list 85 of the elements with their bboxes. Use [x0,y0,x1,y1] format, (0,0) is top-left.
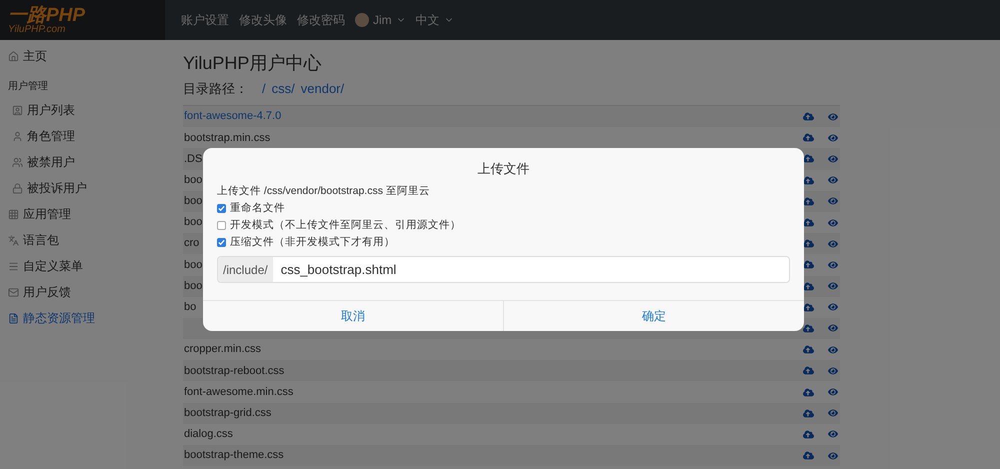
page-title: YiluPHP用户中心 [183,52,322,75]
file-name: boo [183,215,202,230]
view-icon[interactable] [828,281,838,292]
sidebar-item[interactable]: 应用管理 [0,201,168,227]
view-icon[interactable] [828,238,838,249]
sidebar-item[interactable]: 角色管理 [0,123,168,149]
view-icon[interactable] [828,132,838,143]
file-name: .DS [183,152,202,167]
checkbox-label: 压缩文件（非开发模式下才有用） [230,234,395,250]
file-name: dialog.css [183,427,233,442]
sidebar-item[interactable]: 被禁用户 [0,149,168,175]
view-icon[interactable] [828,260,838,270]
cancel-button[interactable]: 取消 [203,301,503,331]
checkbox[interactable] [217,221,226,230]
file-name: boo [183,258,202,273]
upload-icon[interactable] [803,238,814,250]
view-icon[interactable] [828,429,838,440]
confirm-button[interactable]: 确定 [503,301,804,331]
view-icon[interactable] [828,302,838,312]
upload-icon[interactable] [803,302,814,313]
lock-icon [12,182,23,194]
file-name: bootstrap-theme.css [183,448,284,464]
sidebar-item[interactable]: 用户列表 [0,97,168,123]
view-icon[interactable] [828,196,838,206]
file-name: bootstrap-grid.css [183,406,272,421]
view-icon[interactable] [828,112,838,122]
upload-icon[interactable] [803,196,814,207]
upload-icon[interactable] [803,174,814,186]
file-name: bo [183,300,196,316]
view-icon[interactable] [828,387,838,398]
path-link[interactable]: vendor/ [300,79,344,99]
view-icon[interactable] [828,408,838,418]
filename-field[interactable]: /include/ css_bootstrap.shtml [217,256,790,283]
checkbox-label: 开发模式（不上传文件至阿里云、引用源文件） [230,218,461,233]
file-icon [8,312,19,324]
sidebar-item[interactable]: 用户反馈 [0,279,168,305]
upload-icon[interactable] [803,153,814,164]
view-icon[interactable] [828,450,838,461]
upload-icon[interactable] [803,322,814,334]
file-name: font-awesome.min.css [183,384,294,400]
view-icon[interactable] [828,175,838,186]
sidebar-item[interactable]: 语言包 [0,227,168,253]
file-name: bootstrap.min.css [183,130,270,146]
sidebar-item[interactable]: 静态资源管理 [0,305,168,331]
avatar-icon [355,13,369,27]
logo[interactable]: 一路PHP YiluPHP.com [0,0,165,40]
grid-icon [8,208,19,220]
path-label: 目录路径： [183,80,248,98]
dialog-description: 上传文件 /css/vendor/bootstrap.css 至阿里云 [217,184,431,199]
dialog-title: 上传文件 [476,160,530,178]
user-menu[interactable]: Jim [355,11,406,29]
view-icon[interactable] [828,366,838,376]
file-name: cropper.min.css [183,342,262,358]
nav-link[interactable]: 账户设置 [181,11,229,29]
user-card-icon [12,104,23,116]
sidebar-group-label: 用户管理 [7,80,49,94]
view-icon[interactable] [828,218,838,228]
mail-icon [8,286,19,298]
home-icon [8,50,19,62]
file-name: cro [183,236,200,252]
view-icon[interactable] [828,154,838,164]
menu-icon [8,260,19,272]
path-link[interactable]: css/ [272,79,295,99]
upload-icon[interactable] [803,280,814,292]
path-prefix: /include/ [218,257,273,282]
user-icon [12,130,23,142]
file-name: boo [183,172,202,188]
file-name: bootstrap-reboot.css [183,364,284,379]
folder-link[interactable]: font-awesome-4.7.0 [183,108,282,125]
nav-link[interactable]: 修改头像 [239,11,287,29]
sidebar-item[interactable]: 主页 [0,43,168,69]
file-name: boo [183,194,202,210]
nav-link[interactable]: 修改密码 [297,11,345,29]
upload-icon[interactable] [803,259,814,270]
language-icon [8,234,19,246]
view-icon[interactable] [828,344,838,355]
sidebar-item[interactable]: 自定义菜单 [0,253,168,279]
sidebar-item[interactable]: 被投诉用户 [0,175,168,201]
file-name: boo [183,278,202,294]
users-icon [12,156,23,168]
checkbox-label: 重命名文件 [230,200,285,216]
view-icon[interactable] [828,323,838,334]
language-dropdown[interactable]: 中文 [416,11,454,29]
upload-icon[interactable] [803,217,814,228]
path-link[interactable]: / [262,79,266,99]
